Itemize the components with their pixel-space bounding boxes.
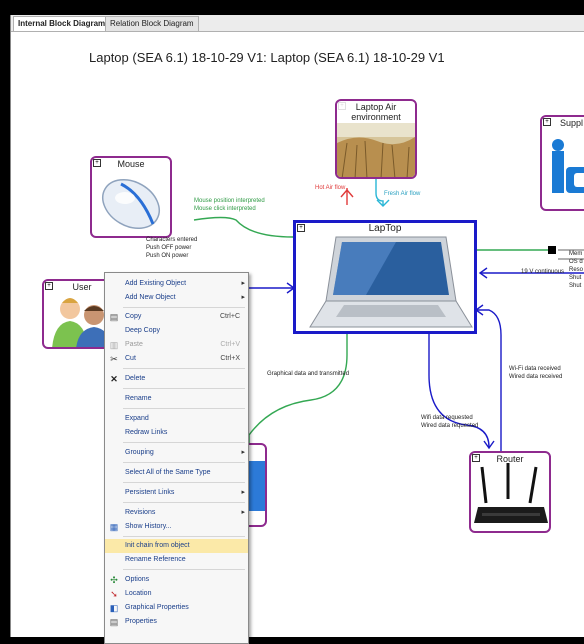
display-flow-label: Graphical data and transmitted — [267, 371, 350, 377]
hot-air-flow-label: Hot Air flow — [315, 185, 346, 191]
submenu-arrow-icon: ▸ — [241, 449, 245, 456]
menu-item-expand[interactable]: Expand — [105, 412, 248, 426]
mouse-flow-label-1: Mouse position interpreted — [194, 198, 265, 204]
menu-item-deep-copy[interactable]: Deep Copy — [105, 324, 248, 338]
cut-icon: ✂ — [110, 354, 118, 364]
menu-item-revisions[interactable]: Revisions ▸ — [105, 506, 248, 520]
menu-separator — [123, 368, 245, 369]
mouse-link — [193, 216, 294, 238]
graphical-properties-icon: ◧ — [109, 603, 119, 613]
menu-separator — [123, 569, 245, 570]
port-marker — [548, 246, 556, 254]
router-in-label-1: Wi-Fi data received — [509, 366, 561, 372]
menu-item-init-chain-from-object[interactable]: Init chain from object — [105, 539, 248, 553]
menu-item-location[interactable]: ➘ Location — [105, 587, 248, 601]
menu-separator — [123, 502, 245, 503]
menu-item-redraw-links[interactable]: Redraw Links — [105, 426, 248, 440]
menu-item-delete[interactable]: ✕ Delete — [105, 372, 248, 386]
menu-separator — [123, 442, 245, 443]
user-flow-label-1: Characters entered — [146, 237, 198, 243]
menu-item-rename-reference[interactable]: Rename Reference — [105, 553, 248, 567]
menu-item-add-new-object[interactable]: Add New Object ▸ — [105, 291, 248, 305]
right-flow-label-2: OS d — [569, 259, 583, 265]
right-flow-label-4: Shut — [569, 275, 582, 281]
menu-item-paste[interactable]: ▥ Paste Ctrl+V — [105, 338, 248, 352]
menu-separator — [123, 462, 245, 463]
menu-item-persistent-links[interactable]: Persistent Links ▸ — [105, 486, 248, 500]
mouse-flow-label-2: Mouse click interpreted — [194, 206, 256, 212]
user-flow-label-2: Push OFF power — [146, 245, 192, 251]
menu-item-options[interactable]: ✣ Options — [105, 573, 248, 587]
router-out-label-1: Wifi data requested — [421, 415, 473, 421]
submenu-arrow-icon: ▸ — [241, 509, 245, 516]
context-menu: Add Existing Object ▸ Add New Object ▸ ▤ Co… — [104, 272, 249, 644]
display-icon — [247, 461, 265, 511]
history-icon: ▦ — [109, 522, 119, 532]
options-icon: ✣ — [110, 575, 118, 585]
delete-icon: ✕ — [110, 374, 118, 384]
expand-icon[interactable]: + — [543, 118, 551, 126]
menu-separator — [123, 307, 245, 308]
location-icon: ➘ — [110, 589, 118, 599]
menu-item-grouping[interactable]: Grouping ▸ — [105, 446, 248, 460]
fresh-air-link — [375, 179, 384, 205]
menu-item-properties[interactable]: ▤ Properties — [105, 615, 248, 629]
paste-icon: ▥ — [109, 340, 119, 350]
router-in-label-2: Wired data received — [509, 374, 563, 380]
mouse-node[interactable]: + Mouse — [90, 156, 172, 238]
properties-icon: ▤ — [109, 617, 119, 627]
menu-item-add-existing-object[interactable]: Add Existing Object ▸ — [105, 277, 248, 291]
menu-separator — [123, 536, 245, 537]
copy-icon: ▤ — [109, 312, 119, 322]
menu-item-copy[interactable]: ▤ Copy Ctrl+C — [105, 310, 248, 324]
power-supply-icon — [552, 139, 584, 193]
supply-node[interactable]: + Suppl — [540, 115, 584, 211]
submenu-arrow-icon: ▸ — [241, 489, 245, 496]
submenu-arrow-icon: ▸ — [241, 280, 245, 287]
wheat-field-icon — [337, 123, 415, 177]
menu-item-cut[interactable]: ✂ Cut Ctrl+X — [105, 352, 248, 366]
fresh-air-flow-label: Fresh Air flow — [384, 191, 421, 197]
router-out-label-2: Wired data requested — [421, 423, 479, 429]
right-flow-label-1: Mem — [569, 251, 583, 257]
menu-item-select-all-same-type[interactable]: Select All of the Same Type — [105, 466, 248, 480]
supply-label: Suppl — [560, 118, 584, 128]
submenu-arrow-icon: ▸ — [241, 294, 245, 301]
right-flow-label-3: Reso — [569, 267, 584, 273]
user-flow-label-3: Push ON power — [146, 253, 189, 259]
router-node[interactable]: + Router — [469, 451, 551, 533]
menu-item-show-history[interactable]: ▦ Show History... — [105, 520, 248, 534]
menu-item-rename[interactable]: Rename — [105, 392, 248, 406]
menu-separator — [123, 482, 245, 483]
laptop-node[interactable]: + LapTop — [293, 220, 477, 334]
router-icon — [474, 463, 548, 523]
mouse-icon — [102, 179, 160, 229]
laptop-icon — [309, 236, 473, 328]
right-flow-label-5: Shut — [569, 283, 582, 289]
diagram-window: Internal Block Diagram Relation Block Di… — [10, 15, 584, 637]
menu-separator — [123, 388, 245, 389]
menu-item-graphical-properties[interactable]: ◧ Graphical Properties — [105, 601, 248, 615]
air-environment-label: Laptop Air environment — [337, 102, 415, 122]
air-environment-node[interactable]: + Laptop Air environment — [335, 99, 417, 179]
supply-flow-label: 19 V continuous — [521, 269, 565, 275]
menu-separator — [123, 408, 245, 409]
